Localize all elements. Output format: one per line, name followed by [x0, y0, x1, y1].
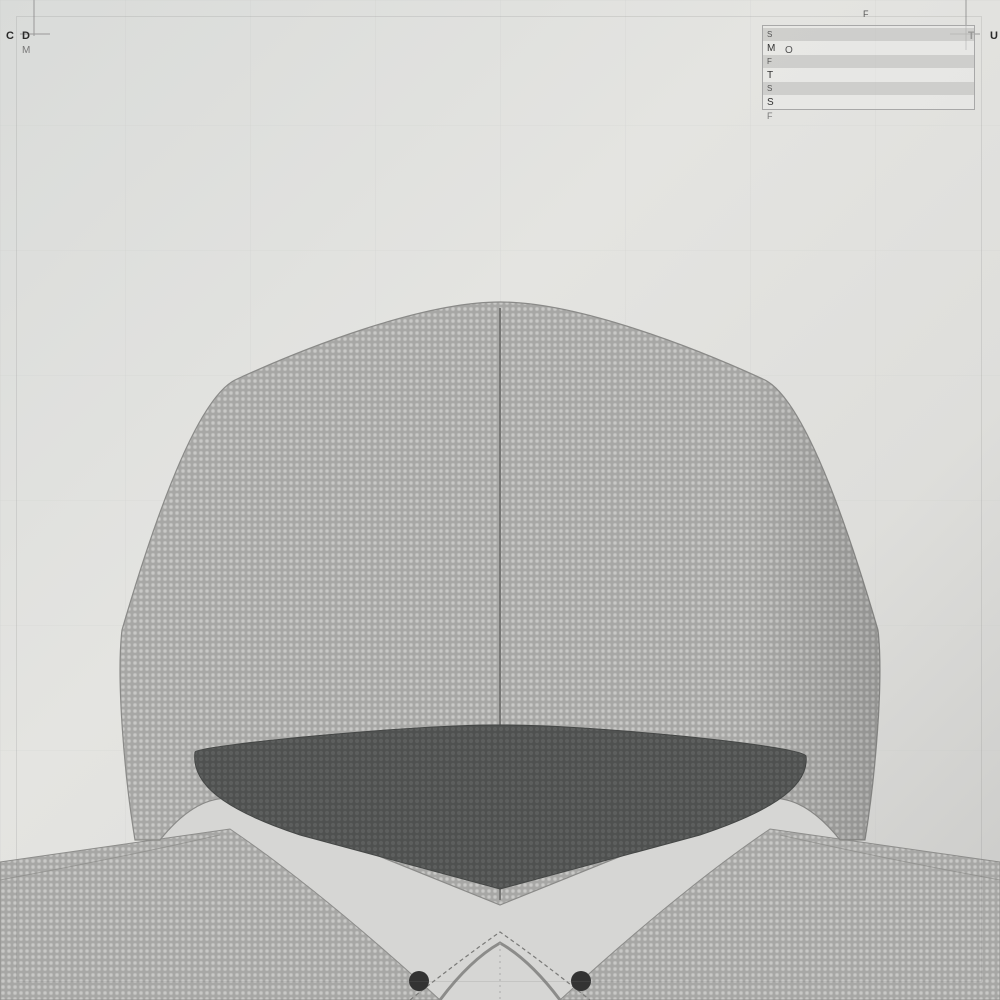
size-chart-footer: F	[767, 111, 773, 121]
left-corner-label-c: C	[6, 30, 14, 42]
top-marker-label: F	[863, 9, 869, 19]
canvas: C D M T U F S M F T S S O F	[0, 0, 1000, 1000]
size-chart-row-label: F	[767, 57, 772, 66]
size-chart-row-label: S	[767, 84, 773, 93]
left-corner-sublabel: M	[22, 45, 31, 56]
size-chart-row-label: S	[767, 97, 774, 108]
size-chart-row: T	[763, 69, 974, 82]
size-chart-inline-label: O	[785, 45, 793, 56]
size-chart-row-label: T	[767, 70, 774, 81]
size-chart-row-label: S	[767, 30, 773, 39]
size-chart-row: S	[763, 96, 974, 109]
size-chart: S M F T S S O	[762, 25, 975, 110]
size-chart-row: F	[763, 55, 974, 68]
size-chart-row-label: M	[767, 43, 776, 54]
right-corner-label-u: U	[990, 30, 998, 42]
size-chart-row: M	[763, 42, 974, 55]
size-chart-row: S	[763, 28, 974, 41]
size-chart-row: S	[763, 82, 974, 95]
right-eyelet	[571, 971, 591, 991]
left-eyelet	[409, 971, 429, 991]
garment-illustration	[0, 0, 1000, 1000]
left-corner-label-d: D	[22, 30, 30, 42]
